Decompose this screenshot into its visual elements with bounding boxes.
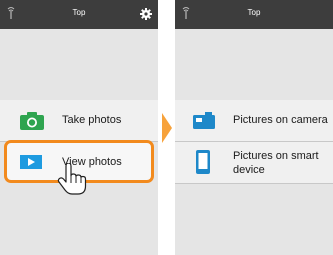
- take-photos-label: Take photos: [62, 114, 122, 126]
- smartphone-icon: [196, 150, 210, 174]
- play-icon: [20, 155, 42, 169]
- screen-title: Top: [72, 8, 86, 17]
- camera-icon: [20, 112, 44, 130]
- view-photos-item[interactable]: View photos: [4, 140, 154, 195]
- take-photos-item[interactable]: Take photos: [0, 100, 158, 141]
- pictures-on-smart-device-item[interactable]: Pictures on smart device: [175, 142, 333, 183]
- gear-icon[interactable]: [140, 8, 152, 20]
- pictures-on-camera-label: Pictures on camera: [233, 114, 328, 126]
- left-phone-screen: Top Take photos View photos: [0, 0, 158, 255]
- pictures-on-smart-device-label: Pictures on smart device: [233, 150, 319, 176]
- pictures-on-camera-item[interactable]: Pictures on camera: [175, 100, 333, 141]
- screen-title: Top: [247, 8, 261, 17]
- divider: [175, 183, 333, 184]
- right-phone-screen: Top Pictures on camera Pictures on smart…: [175, 0, 333, 255]
- camera-icon: [193, 112, 215, 129]
- hand-pointer-icon: [57, 163, 87, 195]
- top-bar: Top: [175, 0, 333, 29]
- next-arrow-icon: [162, 113, 172, 143]
- top-bar: Top: [0, 0, 158, 29]
